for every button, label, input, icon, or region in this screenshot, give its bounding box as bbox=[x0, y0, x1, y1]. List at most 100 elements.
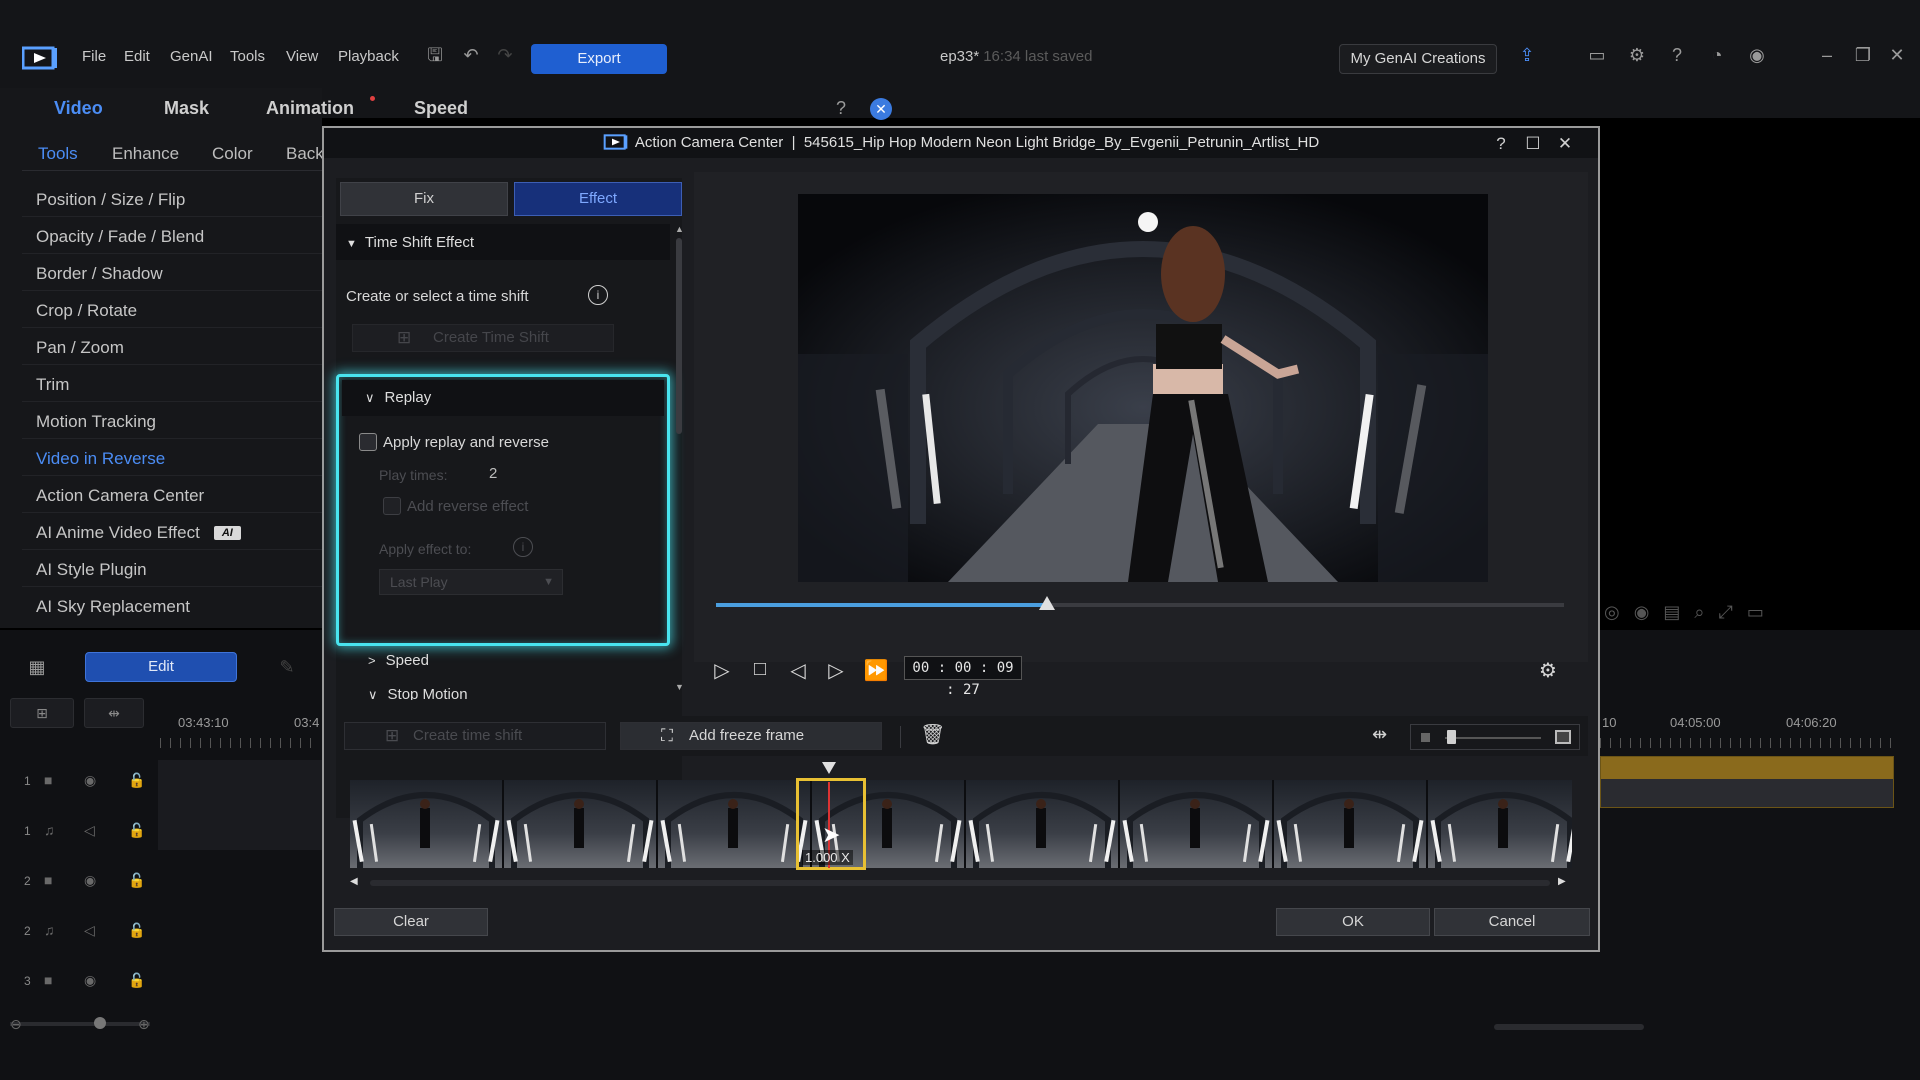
speed-section-header[interactable]: > Speed bbox=[368, 652, 429, 669]
add-reverse-checkbox[interactable]: Add reverse effect bbox=[383, 497, 528, 515]
menu-playback[interactable]: Playback bbox=[338, 48, 399, 65]
scroll-down-icon[interactable]: ▼ bbox=[675, 682, 684, 692]
tool-ai-sky-replacement[interactable]: AI Sky Replacement bbox=[36, 597, 190, 617]
eye-icon[interactable]: ◉ bbox=[84, 972, 96, 989]
filmstrip[interactable] bbox=[350, 780, 1572, 868]
previous-frame-icon[interactable]: ◁ bbox=[784, 658, 812, 683]
tool-border-shadow[interactable]: Border / Shadow bbox=[36, 264, 163, 284]
tool-position-size-flip[interactable]: Position / Size / Flip bbox=[36, 190, 185, 210]
track-manager-icon[interactable]: ⊞ bbox=[10, 698, 74, 728]
scrollbar-track[interactable] bbox=[370, 880, 1550, 886]
timeline-clip[interactable] bbox=[1600, 756, 1894, 808]
minimize-icon[interactable]: – bbox=[1816, 44, 1838, 66]
volume-icon[interactable]: ◁ bbox=[84, 922, 95, 939]
scroll-up-icon[interactable]: ▲ bbox=[675, 224, 684, 234]
play-times-value[interactable]: 2 bbox=[489, 465, 497, 482]
lock-icon[interactable]: 🔓 bbox=[128, 922, 145, 939]
scroll-right-icon[interactable]: ▶ bbox=[1558, 876, 1566, 887]
filmstrip-scrollbar[interactable]: ◀ ▶ bbox=[350, 876, 1572, 890]
checkbox-box[interactable] bbox=[359, 433, 377, 451]
lock-icon[interactable]: 🔓 bbox=[128, 872, 145, 889]
zoom-small-icon[interactable] bbox=[1421, 733, 1430, 742]
scroll-left-icon[interactable]: ◀ bbox=[350, 876, 358, 887]
zoom-track[interactable] bbox=[10, 1022, 150, 1026]
restore-icon[interactable]: ❐ bbox=[1852, 44, 1874, 66]
close-icon[interactable]: ✕ bbox=[1554, 134, 1576, 154]
upload-icon[interactable]: ⇪ bbox=[1516, 44, 1538, 66]
pen-icon[interactable]: ✎ bbox=[276, 656, 298, 678]
tool-video-in-reverse[interactable]: Video in Reverse bbox=[36, 449, 165, 469]
redo-icon[interactable]: ↷ bbox=[494, 44, 516, 66]
eye-icon[interactable]: ◉ bbox=[84, 872, 96, 889]
checkbox-box[interactable] bbox=[383, 497, 401, 515]
trash-icon[interactable]: 🗑 bbox=[920, 722, 945, 747]
create-time-shift-button[interactable]: ⊞ Create Time Shift bbox=[352, 324, 614, 352]
help-icon[interactable]: ? bbox=[1666, 44, 1688, 66]
lock-icon[interactable]: 🔓 bbox=[128, 822, 145, 839]
menu-file[interactable]: File bbox=[82, 48, 106, 65]
tab-fix[interactable]: Fix bbox=[340, 182, 508, 216]
menu-view[interactable]: View bbox=[286, 48, 318, 65]
eye-icon[interactable]: ◉ bbox=[84, 772, 96, 789]
subtab-background[interactable]: Back bbox=[286, 144, 324, 164]
playhead-marker[interactable] bbox=[822, 762, 836, 774]
tool-trim[interactable]: Trim bbox=[36, 375, 69, 395]
replay-section-header[interactable]: ∨ Replay bbox=[365, 389, 431, 406]
volume-icon[interactable]: ◁ bbox=[84, 822, 95, 839]
slider-track[interactable] bbox=[1445, 737, 1541, 739]
apply-replay-checkbox[interactable]: Apply replay and reverse bbox=[359, 433, 549, 451]
app-logo-icon[interactable] bbox=[22, 46, 58, 70]
tool-action-camera-center[interactable]: Action Camera Center bbox=[36, 486, 204, 506]
tool-crop-rotate[interactable]: Crop / Rotate bbox=[36, 301, 137, 321]
export-button[interactable]: Export bbox=[531, 44, 667, 74]
tab-mask[interactable]: Mask bbox=[164, 98, 209, 119]
info-icon[interactable]: i bbox=[588, 285, 608, 305]
next-frame-icon[interactable]: ▷ bbox=[822, 658, 850, 683]
create-time-shift-toolbar-button[interactable]: ⊞ Create time shift bbox=[344, 722, 606, 750]
clear-button[interactable]: Clear bbox=[334, 908, 488, 936]
gear-icon[interactable]: ⚙ bbox=[1626, 44, 1648, 66]
subtab-color[interactable]: Color bbox=[212, 144, 253, 164]
settings-scrollbar[interactable]: ▲ ▼ bbox=[674, 224, 684, 694]
tool-motion-tracking[interactable]: Motion Tracking bbox=[36, 412, 156, 432]
zoom-out-icon[interactable]: ⊖ bbox=[10, 1016, 22, 1033]
notification-icon[interactable]: ◔ bbox=[1706, 44, 1728, 66]
stop-icon[interactable]: □ bbox=[746, 658, 774, 681]
tab-effect[interactable]: Effect bbox=[514, 182, 682, 216]
tab-video[interactable]: Video bbox=[54, 98, 103, 119]
preview-progress-thumb[interactable] bbox=[1038, 596, 1055, 610]
timeline-scrollbar[interactable] bbox=[1494, 1024, 1644, 1030]
zoom-thumb[interactable] bbox=[94, 1017, 106, 1029]
menu-edit[interactable]: Edit bbox=[124, 48, 150, 65]
close-panel-icon[interactable]: ✕ bbox=[870, 98, 892, 120]
tool-ai-anime-video-effect[interactable]: AI Anime Video Effect AI bbox=[36, 523, 241, 543]
lock-icon[interactable]: 🔓 bbox=[128, 772, 145, 789]
time-shift-section-header[interactable]: ▼ Time Shift Effect bbox=[346, 234, 474, 251]
edit-button[interactable]: Edit bbox=[85, 652, 237, 682]
cancel-button[interactable]: Cancel bbox=[1434, 908, 1590, 936]
preview-tools-icons[interactable]: ◎◉▤⌕⤢▭ bbox=[1604, 602, 1904, 632]
lock-icon[interactable]: 🔓 bbox=[128, 972, 145, 989]
tool-ai-style-plugin[interactable]: AI Style Plugin bbox=[36, 560, 147, 580]
menu-tools[interactable]: Tools bbox=[230, 48, 265, 65]
zoom-in-icon[interactable]: ⊕ bbox=[138, 1016, 150, 1033]
stop-motion-section-header[interactable]: ∨ Stop Motion bbox=[368, 686, 468, 700]
settings-gear-icon[interactable]: ⚙ bbox=[1534, 658, 1562, 683]
layers-icon[interactable]: ▦ bbox=[26, 656, 48, 678]
help-icon[interactable]: ? bbox=[1490, 134, 1512, 154]
undo-icon[interactable]: ↶ bbox=[460, 44, 482, 66]
save-icon[interactable]: 🖫 bbox=[424, 44, 446, 66]
menu-genai[interactable]: GenAI bbox=[170, 48, 213, 65]
tab-speed[interactable]: Speed bbox=[414, 98, 468, 119]
apply-effect-to-select[interactable]: Last Play ▼ bbox=[379, 569, 563, 595]
tool-pan-zoom[interactable]: Pan / Zoom bbox=[36, 338, 124, 358]
help-circle-icon[interactable]: ? bbox=[830, 97, 852, 119]
fast-forward-icon[interactable]: ⏩ bbox=[862, 658, 890, 683]
ok-button[interactable]: OK bbox=[1276, 908, 1430, 936]
video-preview[interactable] bbox=[798, 194, 1488, 582]
tab-animation[interactable]: Animation bbox=[266, 98, 354, 119]
maximize-icon[interactable]: ☐ bbox=[1522, 134, 1544, 154]
add-freeze-frame-button[interactable]: ⛶ Add freeze frame bbox=[620, 722, 882, 750]
layout-icon[interactable]: ▭ bbox=[1586, 44, 1608, 66]
play-icon[interactable]: ▷ bbox=[708, 658, 736, 683]
